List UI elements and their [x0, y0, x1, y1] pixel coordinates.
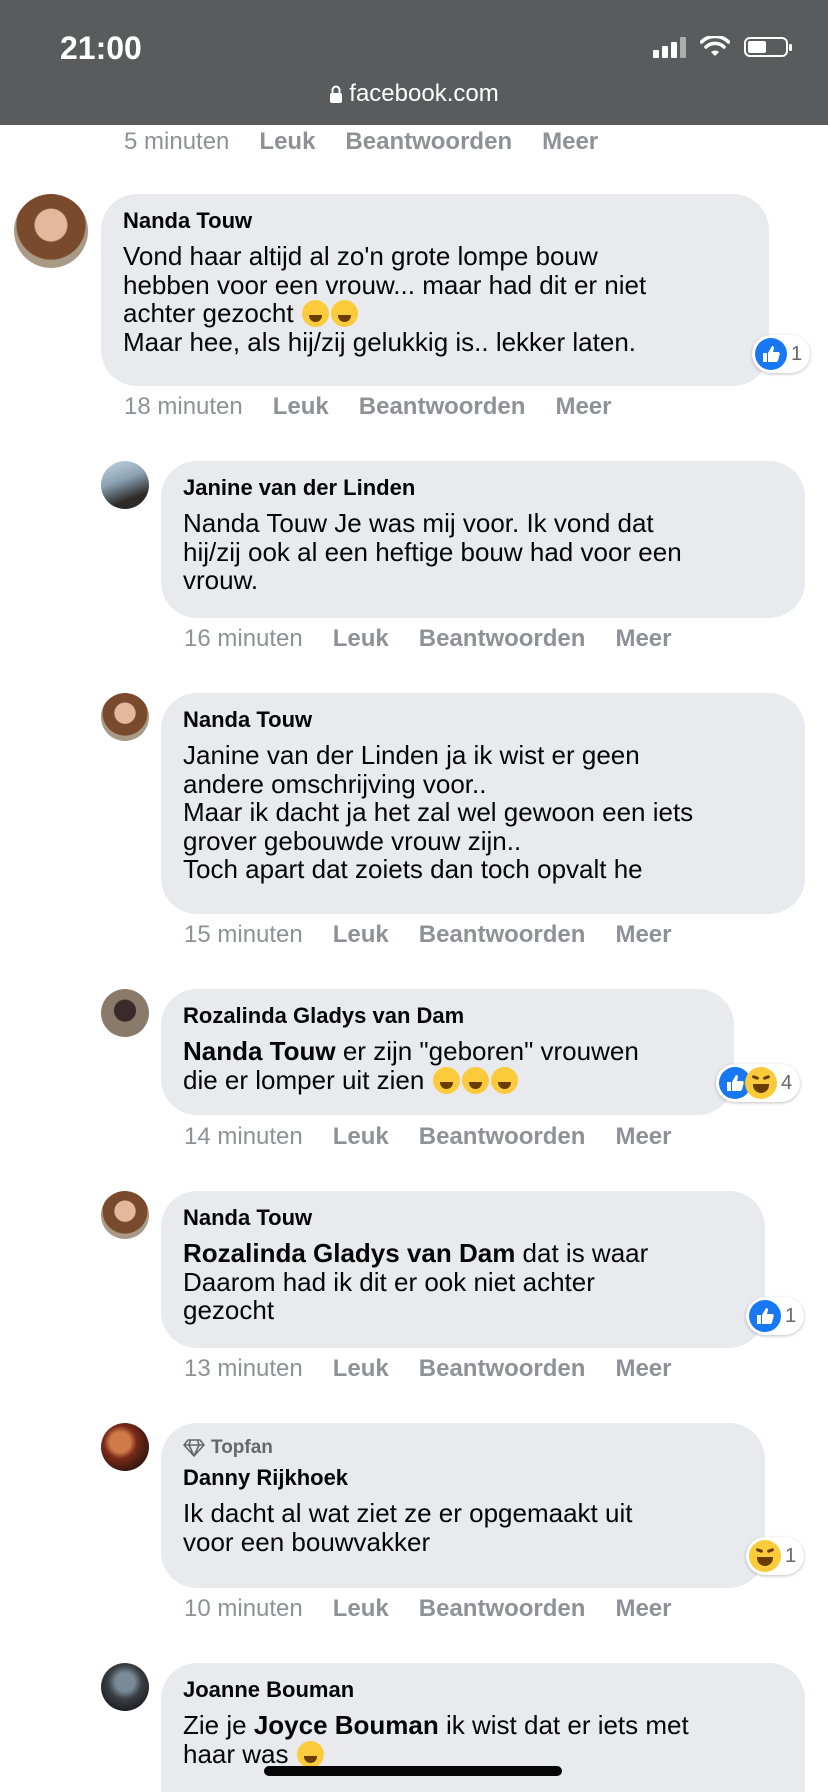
more-action[interactable]: Meer: [542, 128, 598, 155]
comment-actions: 10 minuten Leuk Beantwoorden Meer: [184, 1595, 701, 1623]
like-action[interactable]: Leuk: [333, 1123, 389, 1150]
wifi-icon: [700, 36, 730, 56]
reply-action[interactable]: Beantwoorden: [359, 393, 526, 420]
comment-text: Nanda Touw er zijn "geboren" vrouwen die…: [183, 1036, 639, 1095]
avatar[interactable]: [101, 1423, 149, 1471]
comment-timestamp: 15 minuten: [184, 921, 303, 948]
comment-author[interactable]: Nanda Touw: [183, 1205, 743, 1231]
reaction-summary[interactable]: 1: [746, 1537, 805, 1575]
like-action[interactable]: Leuk: [333, 921, 389, 948]
comment-bubble: Nanda Touw Janine van der Linden ja ik w…: [161, 693, 805, 914]
reaction-summary[interactable]: 4: [716, 1064, 801, 1102]
comment-timestamp: 14 minuten: [184, 1123, 303, 1150]
mention-link[interactable]: Rozalinda Gladys van Dam: [183, 1238, 515, 1268]
comment-timestamp: 16 minuten: [184, 625, 303, 652]
comment-text: Ik dacht al wat ziet ze er opgemaakt uit…: [183, 1498, 633, 1557]
comment-bubble: Topfan Danny Rijkhoek Ik dacht al wat zi…: [161, 1423, 765, 1588]
comment-author[interactable]: Rozalinda Gladys van Dam: [183, 1003, 712, 1029]
comment-timestamp: 5 minuten: [124, 128, 230, 155]
status-time: 21:00: [60, 30, 142, 66]
reply-action[interactable]: Beantwoorden: [419, 1355, 586, 1382]
comment-text: Vond haar altijd al zo'n grote lompe bou…: [123, 241, 647, 357]
more-action[interactable]: Meer: [615, 625, 671, 652]
comment-bubble: Nanda Touw Rozalinda Gladys van Dam dat …: [161, 1191, 765, 1348]
comment-author[interactable]: Danny Rijkhoek: [183, 1465, 743, 1491]
like-reaction-icon: [755, 338, 787, 370]
avatar[interactable]: [14, 194, 88, 268]
reply-action[interactable]: Beantwoorden: [345, 128, 512, 155]
comment-actions: 5 minuten Leuk Beantwoorden Meer: [124, 128, 628, 156]
comment-author[interactable]: Nanda Touw: [183, 707, 783, 733]
laughing-tears-emoji: [432, 1066, 460, 1094]
avatar[interactable]: [101, 1191, 149, 1239]
comment-bubble: Rozalinda Gladys van Dam Nanda Touw er z…: [161, 989, 734, 1115]
like-action[interactable]: Leuk: [273, 393, 329, 420]
address-bar[interactable]: facebook.com: [0, 80, 828, 108]
more-action[interactable]: Meer: [615, 1123, 671, 1150]
comment-text: Rozalinda Gladys van Dam dat is waar Daa…: [183, 1238, 649, 1325]
like-reaction-icon: [749, 1300, 781, 1332]
home-indicator[interactable]: [264, 1766, 562, 1776]
laughing-tears-emoji: [490, 1066, 518, 1094]
thinking-emoji: [330, 300, 358, 327]
avatar[interactable]: [101, 989, 149, 1037]
comment-bubble: Janine van der Linden Nanda Touw Je was …: [161, 461, 805, 618]
more-action[interactable]: Meer: [615, 1355, 671, 1382]
comment-actions: 18 minuten Leuk Beantwoorden Meer: [124, 393, 641, 421]
reply-action[interactable]: Beantwoorden: [419, 1123, 586, 1150]
like-action[interactable]: Leuk: [333, 1355, 389, 1382]
like-action[interactable]: Leuk: [259, 128, 315, 155]
comment-text: Janine van der Linden ja ik wist er geen…: [183, 740, 694, 884]
url-text: facebook.com: [349, 80, 499, 107]
comment-timestamp: 10 minuten: [184, 1595, 303, 1622]
reaction-summary[interactable]: 1: [746, 1297, 805, 1335]
comment-actions: 14 minuten Leuk Beantwoorden Meer: [184, 1123, 701, 1151]
comment-actions: 15 minuten Leuk Beantwoorden Meer: [184, 921, 701, 949]
comment-bubble: Nanda Touw Vond haar altijd al zo'n grot…: [101, 194, 769, 386]
reaction-summary[interactable]: 1: [752, 335, 811, 373]
avatar[interactable]: [101, 693, 149, 741]
avatar[interactable]: [101, 461, 149, 509]
haha-reaction-icon: [749, 1540, 781, 1572]
like-action[interactable]: Leuk: [333, 625, 389, 652]
crying-emoji: [296, 1740, 324, 1768]
status-bar: 21:00 facebook.com: [0, 0, 828, 125]
avatar[interactable]: [101, 1663, 149, 1711]
reaction-count: 1: [785, 1304, 797, 1327]
comment-author[interactable]: Nanda Touw: [123, 208, 747, 234]
comment-actions: 13 minuten Leuk Beantwoorden Meer: [184, 1355, 701, 1383]
haha-reaction-icon: [745, 1067, 777, 1099]
comment-author[interactable]: Janine van der Linden: [183, 475, 783, 501]
more-action[interactable]: Meer: [615, 1595, 671, 1622]
reply-action[interactable]: Beantwoorden: [419, 1595, 586, 1622]
laughing-tears-emoji: [461, 1066, 489, 1094]
like-action[interactable]: Leuk: [333, 1595, 389, 1622]
comment-text: Nanda Touw Je was mij voor. Ik vond dat …: [183, 508, 682, 595]
lock-icon: [330, 85, 343, 103]
battery-icon: [744, 37, 792, 57]
reaction-count: 4: [781, 1071, 793, 1094]
mention-link[interactable]: Joyce Bouman: [254, 1710, 439, 1740]
more-action[interactable]: Meer: [615, 921, 671, 948]
sweat-smile-emoji: [301, 300, 329, 327]
reaction-count: 1: [785, 1544, 797, 1567]
mention-link[interactable]: Nanda Touw: [183, 1036, 336, 1066]
diamond-icon: [183, 1439, 205, 1457]
comment-actions: 16 minuten Leuk Beantwoorden Meer: [184, 625, 701, 653]
comment-timestamp: 13 minuten: [184, 1355, 303, 1382]
reply-action[interactable]: Beantwoorden: [419, 921, 586, 948]
more-action[interactable]: Meer: [555, 393, 611, 420]
comment-timestamp: 18 minuten: [124, 393, 243, 420]
reply-action[interactable]: Beantwoorden: [419, 625, 586, 652]
comment-text: Zie je Joyce Bouman ik wist dat er iets …: [183, 1710, 689, 1769]
cellular-signal-icon: [653, 36, 686, 58]
reaction-count: 1: [791, 342, 803, 365]
comment-author[interactable]: Joanne Bouman: [183, 1677, 783, 1703]
status-icons: [653, 36, 792, 58]
topfan-badge: Topfan: [183, 1437, 743, 1459]
